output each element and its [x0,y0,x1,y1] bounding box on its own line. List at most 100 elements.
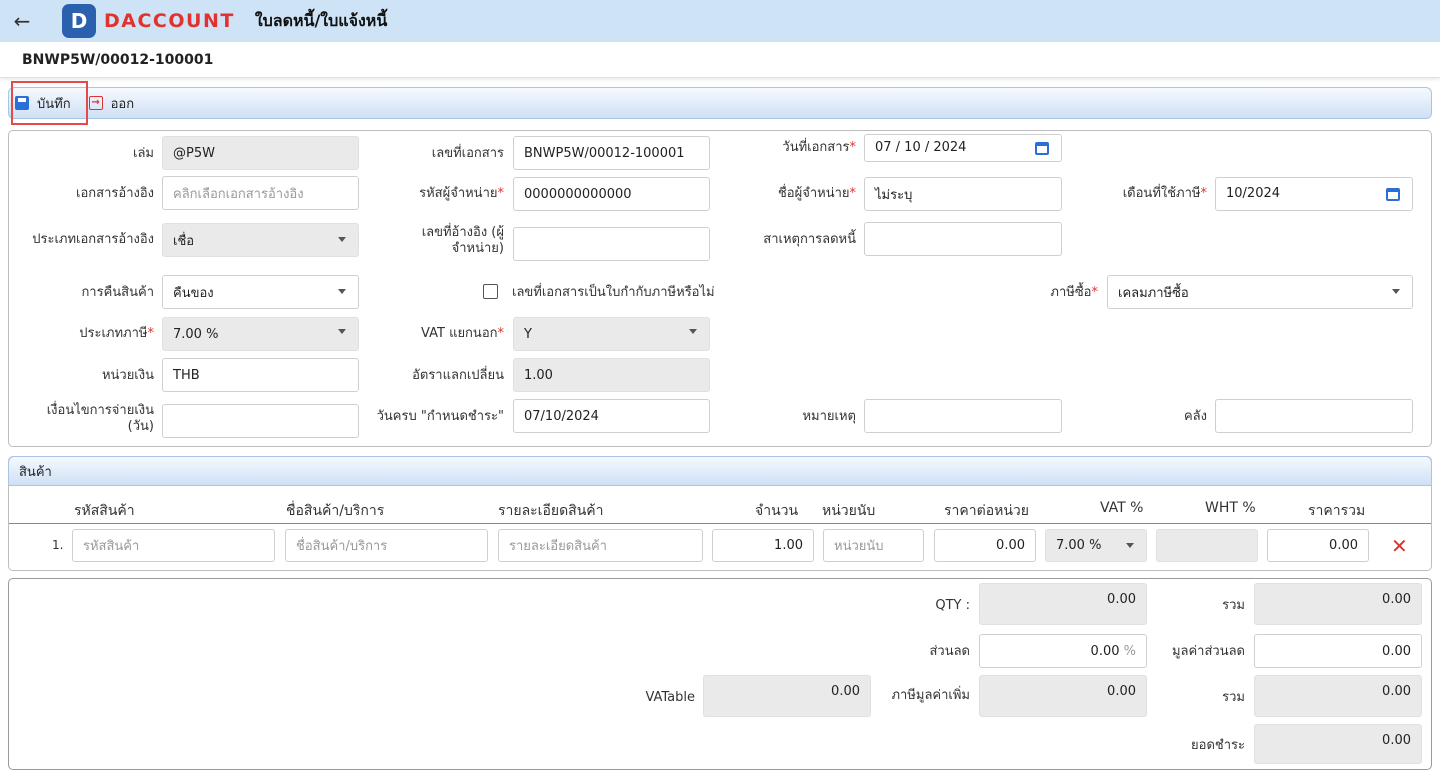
chevron-down-icon [1392,289,1400,294]
vatsep-label: VAT แยกนอก* [421,326,504,341]
product-detail-input[interactable]: รายละเอียดสินค้า [498,529,703,562]
docdate-field[interactable]: 07 / 10 / 2024 [864,134,1062,162]
logo-text: DACCOUNT [104,10,235,32]
qty-sum-field: 0.00 [979,583,1147,625]
discount-amount-label: มูลค่าส่วนลด [1171,644,1245,659]
discount-field[interactable]: 0.00 % [979,634,1147,668]
refdoc-label: เอกสารอ้างอิง [76,186,154,201]
vendorcode-label: รหัสผู้จำหน่าย* [419,186,504,201]
taxtype-select[interactable]: 7.00 % [162,317,359,351]
chevron-down-icon [338,289,346,294]
toolbar: บันทึก → ออก [8,87,1432,119]
col-name: ชื่อสินค้า/บริการ [286,503,385,519]
discount-amount-field[interactable]: 0.00 [1254,634,1422,668]
col-code: รหัสสินค้า [74,503,135,519]
taxmonth-field[interactable]: 10/2024 [1215,177,1413,211]
taxinvoice-checkbox[interactable] [483,284,498,299]
book-field[interactable]: @P5W [162,136,359,170]
reason-label: สาเหตุการลดหนี้ [763,232,856,247]
docno-label: เลขที่เอกสาร [431,146,504,161]
duedate-label: วันครบ "กำหนดชำระ" [376,409,504,424]
top-bar: ← D DACCOUNT ใบลดหนี้/ใบแจ้งหนี้ [0,0,1440,42]
arrow-left-icon[interactable]: ← [0,9,44,33]
purchasetax-select[interactable]: เคลมภาษีซื้อ [1107,275,1413,309]
calendar-icon[interactable] [1386,188,1400,201]
rate-field[interactable]: 1.00 [513,358,710,392]
vat-select[interactable]: 7.00 % [1045,529,1147,562]
logo: D DACCOUNT [62,4,235,38]
exit-icon: → [88,96,103,110]
vendorname-label: ชื่อผู้จำหน่าย* [777,186,856,201]
payterm-field[interactable] [162,404,359,438]
exit-label: ออก [110,96,135,112]
reason-field[interactable] [864,222,1062,256]
product-code-input[interactable]: รหัสสินค้า [72,529,275,562]
note-label: หมายเหตุ [802,409,856,424]
chevron-down-icon [1126,543,1134,548]
taxmonth-label: เดือนที่ใช้ภาษี* [1122,186,1207,201]
chevron-down-icon [689,329,697,334]
warehouse-label: คลัง [1183,409,1207,424]
vatable-field: 0.00 [703,675,871,717]
sum2-label: รวม [1222,690,1245,705]
vatsep-select[interactable]: Y [513,317,710,351]
col-vat: VAT % [1100,500,1144,516]
vendorcode-field[interactable]: 0000000000000 [513,177,710,211]
sum-field: 0.00 [1254,583,1422,625]
purchasetax-label: ภาษีซื้อ* [1050,285,1098,300]
vendorname-field[interactable]: ไม่ระบุ [864,177,1062,211]
calendar-icon[interactable] [1035,142,1049,155]
rate-label: อัตราแลกเปลี่ยน [412,368,504,383]
logo-mark: D [62,4,96,38]
note-field[interactable] [864,399,1062,433]
book-label: เล่ม [133,146,154,161]
row-number: 1. [52,538,64,552]
product-name-input[interactable]: ชื่อสินค้า/บริการ [285,529,488,562]
unit-input[interactable]: หน่วยนับ [823,529,924,562]
docno-field[interactable]: BNWP5W/00012-100001 [513,136,710,170]
vendorref-field[interactable] [513,227,710,261]
page-title: ใบลดหนี้/ใบแจ้งหนี้ [254,10,388,30]
vat-field: 0.00 [979,675,1147,717]
products-title: สินค้า [19,464,52,480]
products-header: สินค้า [8,456,1432,486]
qty-input[interactable]: 1.00 [712,529,814,562]
col-price: ราคาต่อหน่วย [944,503,1029,519]
warehouse-field[interactable] [1215,399,1413,433]
document-number: BNWP5W/00012-100001 [22,51,214,68]
vendorref-label: เลขที่อ้างอิง (ผู้ จำหน่าย) [421,225,504,256]
reftype-label: ประเภทเอกสารอ้างอิง [32,232,154,247]
reftype-select[interactable]: เชื่อ [162,223,359,257]
sum-label: รวม [1222,598,1245,613]
taxtype-label: ประเภทภาษี* [79,326,154,341]
duedate-field[interactable]: 07/10/2024 [513,399,710,433]
price-input[interactable]: 0.00 [934,529,1036,562]
col-detail: รายละเอียดสินค้า [498,503,604,519]
currency-field[interactable]: THB [162,358,359,392]
grand-total-label: ยอดชำระ [1191,738,1245,753]
taxinvoice-check-label: เลขที่เอกสารเป็นใบกำกับภาษีหรือไม่ [512,285,715,300]
chevron-down-icon [338,237,346,242]
vat-label: ภาษีมูลค่าเพิ่ม [891,688,970,703]
discount-label: ส่วนลด [929,644,970,659]
docdate-label: วันที่เอกสาร* [782,140,856,155]
document-number-bar: BNWP5W/00012-100001 [0,42,1440,78]
save-highlight [11,81,88,125]
refdoc-field[interactable]: คลิกเลือกเอกสารอ้างอิง [162,176,359,210]
close-icon[interactable]: ✕ [1391,536,1408,556]
col-total: ราคารวม [1308,503,1366,519]
divider [9,523,1431,524]
return-label: การคืนสินค้า [81,285,154,300]
return-select[interactable]: คืนของ [162,275,359,309]
chevron-down-icon [338,329,346,334]
sum2-field: 0.00 [1254,675,1422,717]
col-unit: หน่วยนับ [822,503,876,519]
grand-total-field: 0.00 [1254,724,1422,764]
payterm-label: เงื่อนไขการจ่ายเงิน (วัน) [46,403,154,434]
col-wht: WHT % [1205,500,1256,516]
exit-button[interactable]: → ออก [83,89,141,117]
wht-input[interactable] [1156,529,1258,562]
col-qty: จำนวน [755,503,799,519]
currency-label: หน่วยเงิน [101,368,154,383]
total-input[interactable]: 0.00 [1267,529,1369,562]
